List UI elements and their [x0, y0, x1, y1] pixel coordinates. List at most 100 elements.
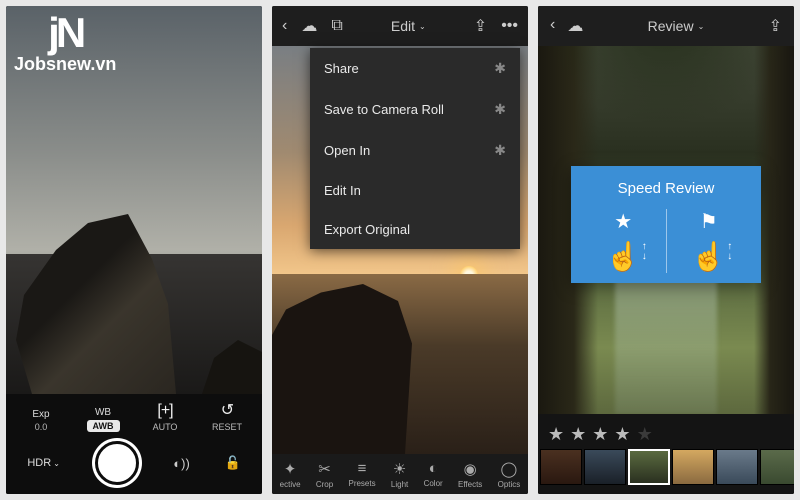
- thumbnail-selected[interactable]: [628, 449, 670, 485]
- review-photo-waterfall: [615, 274, 717, 414]
- menu-item-open-in[interactable]: Open In ✱: [310, 130, 520, 171]
- watermark-logo: jN: [48, 12, 82, 54]
- wb-value: AWB: [87, 420, 120, 432]
- thumbnail[interactable]: [760, 449, 794, 485]
- tool-label: Light: [391, 480, 408, 489]
- hdr-toggle[interactable]: HDR ⌄: [27, 457, 60, 469]
- optics-icon: ◯: [501, 460, 518, 478]
- more-icon[interactable]: •••: [501, 17, 518, 35]
- menu-item-save-camera-roll[interactable]: Save to Camera Roll ✱: [310, 89, 520, 130]
- exposure-control[interactable]: Exp 0.0: [19, 409, 63, 432]
- chevron-down-icon: ⌄: [419, 22, 426, 31]
- edit-header: ‹ ☁ ⧉ Edit ⌄ ⇪ •••: [272, 6, 528, 46]
- camera-controls-bar: Exp 0.0 WB AWB [+] AUTO ↺ RESET HDR ⌄ ◐)…: [6, 394, 262, 494]
- share-icon[interactable]: ⇪: [769, 18, 782, 35]
- menu-item-label: Export Original: [324, 222, 410, 237]
- menu-item-label: Share: [324, 61, 359, 76]
- review-header: ‹ ☁ Review ⌄ ⇪: [538, 6, 794, 46]
- menu-item-edit-in[interactable]: Edit In: [310, 171, 520, 210]
- speed-review-flag-column[interactable]: ⚑ ☝ ↑ ↓: [667, 209, 752, 273]
- star-icon[interactable]: ★: [637, 424, 653, 445]
- reset-icon: ↺: [221, 400, 233, 420]
- tool-effects[interactable]: ◉ Effects: [458, 460, 482, 489]
- star-icon: ★: [614, 209, 632, 234]
- star-rating[interactable]: ★ ★ ★ ★ ★: [538, 414, 794, 449]
- speed-review-overlay: Speed Review ★ ☝ ↑ ↓ ⚑ ☝ ↑: [571, 166, 761, 283]
- share-menu: Share ✱ Save to Camera Roll ✱ Open In ✱ …: [310, 48, 520, 249]
- reset-control[interactable]: ↺ RESET: [205, 400, 249, 432]
- crop-frame-icon[interactable]: ⧉: [331, 17, 342, 35]
- tool-presets[interactable]: ≡ Presets: [348, 460, 375, 488]
- menu-item-share[interactable]: Share ✱: [310, 48, 520, 89]
- thumbnail[interactable]: [540, 449, 582, 485]
- chevron-down-icon: ⌄: [698, 22, 705, 31]
- watermark: jN Jobsnew.vn: [14, 12, 116, 75]
- swipe-hand-icon: ☝ ↑ ↓: [691, 240, 726, 273]
- exposure-value: 0.0: [35, 422, 48, 432]
- camera-shutter-row: HDR ⌄ ◐)) 🔓: [10, 436, 258, 490]
- edit-mode-dropdown[interactable]: Edit ⌄: [391, 18, 426, 34]
- gear-icon[interactable]: ✱: [494, 101, 506, 118]
- review-bottom-bar: ★ ★ ★ ★ ★: [538, 414, 794, 494]
- edit-photo-rock: [272, 284, 412, 454]
- back-icon[interactable]: ‹: [282, 17, 287, 35]
- review-panel: ‹ ☁ Review ⌄ ⇪ Speed Review ★ ☝ ↑ ↓: [538, 6, 794, 494]
- chevron-down-icon: ⌄: [53, 459, 60, 468]
- edit-mode-label: Edit: [391, 18, 415, 34]
- tool-label: Optics: [498, 480, 521, 489]
- star-icon[interactable]: ★: [592, 424, 608, 445]
- tool-label: Color: [424, 479, 443, 488]
- tool-label: Effects: [458, 480, 482, 489]
- focus-control[interactable]: [+] AUTO: [143, 402, 187, 432]
- cloud-sync-icon[interactable]: ☁: [301, 16, 317, 36]
- star-icon[interactable]: ★: [614, 424, 630, 445]
- presets-icon: ≡: [358, 460, 367, 477]
- tool-crop[interactable]: ✂ Crop: [316, 460, 333, 489]
- review-mode-dropdown[interactable]: Review ⌄: [648, 18, 705, 34]
- flag-icon: ⚑: [700, 209, 718, 234]
- effects-icon: ◉: [464, 460, 477, 478]
- thumbnail[interactable]: [672, 449, 714, 485]
- tool-label: Presets: [348, 479, 375, 488]
- speed-review-title: Speed Review: [581, 180, 751, 197]
- filmstrip: [538, 449, 794, 485]
- speed-review-rate-column[interactable]: ★ ☝ ↑ ↓: [581, 209, 666, 273]
- tool-optics[interactable]: ◯ Optics: [498, 460, 521, 489]
- thumbnail[interactable]: [584, 449, 626, 485]
- exposure-label: Exp: [32, 409, 49, 420]
- focus-value: AUTO: [153, 422, 178, 432]
- star-icon[interactable]: ★: [570, 424, 586, 445]
- edit-toolbar: ✦ ective ✂ Crop ≡ Presets ☀ Light ◐ Color ◉ Ef…: [272, 454, 528, 494]
- gear-icon[interactable]: ✱: [494, 142, 506, 159]
- tool-light[interactable]: ☀ Light: [391, 460, 408, 489]
- share-icon[interactable]: ⇪: [474, 16, 487, 36]
- tool-label: Crop: [316, 480, 333, 489]
- selective-icon: ✦: [284, 460, 297, 478]
- gear-icon[interactable]: ✱: [494, 60, 506, 77]
- arrow-down-icon: ↓: [727, 252, 732, 262]
- lock-icon[interactable]: 🔓: [224, 455, 240, 471]
- tool-selective[interactable]: ✦ ective: [280, 460, 301, 489]
- back-icon[interactable]: ‹: [550, 16, 555, 36]
- light-icon: ☀: [393, 460, 406, 478]
- hdr-label: HDR: [27, 457, 51, 469]
- arrow-down-icon: ↓: [642, 252, 647, 262]
- thumbnail[interactable]: [716, 449, 758, 485]
- swipe-hand-icon: ☝ ↑ ↓: [606, 240, 641, 273]
- color-icon: ◐: [429, 460, 438, 477]
- menu-item-label: Edit In: [324, 183, 361, 198]
- menu-item-export-original[interactable]: Export Original: [310, 210, 520, 249]
- tool-color[interactable]: ◐ Color: [424, 460, 443, 488]
- camera-panel: jN Jobsnew.vn Exp 0.0 WB AWB [+] AUTO ↺ …: [6, 6, 262, 494]
- review-mode-label: Review: [648, 18, 694, 34]
- white-balance-control[interactable]: WB AWB: [81, 407, 125, 432]
- star-icon[interactable]: ★: [548, 424, 564, 445]
- shutter-button[interactable]: [95, 441, 139, 485]
- cloud-sync-icon[interactable]: ☁: [567, 16, 583, 36]
- edit-panel: ‹ ☁ ⧉ Edit ⌄ ⇪ ••• Share ✱ Save to Camer…: [272, 6, 528, 494]
- crop-icon: ✂: [318, 460, 331, 478]
- raw-format-icon[interactable]: ◐)): [173, 456, 190, 471]
- tool-label: ective: [280, 480, 301, 489]
- camera-controls-row: Exp 0.0 WB AWB [+] AUTO ↺ RESET: [10, 400, 258, 432]
- focus-icon: [+]: [157, 402, 172, 420]
